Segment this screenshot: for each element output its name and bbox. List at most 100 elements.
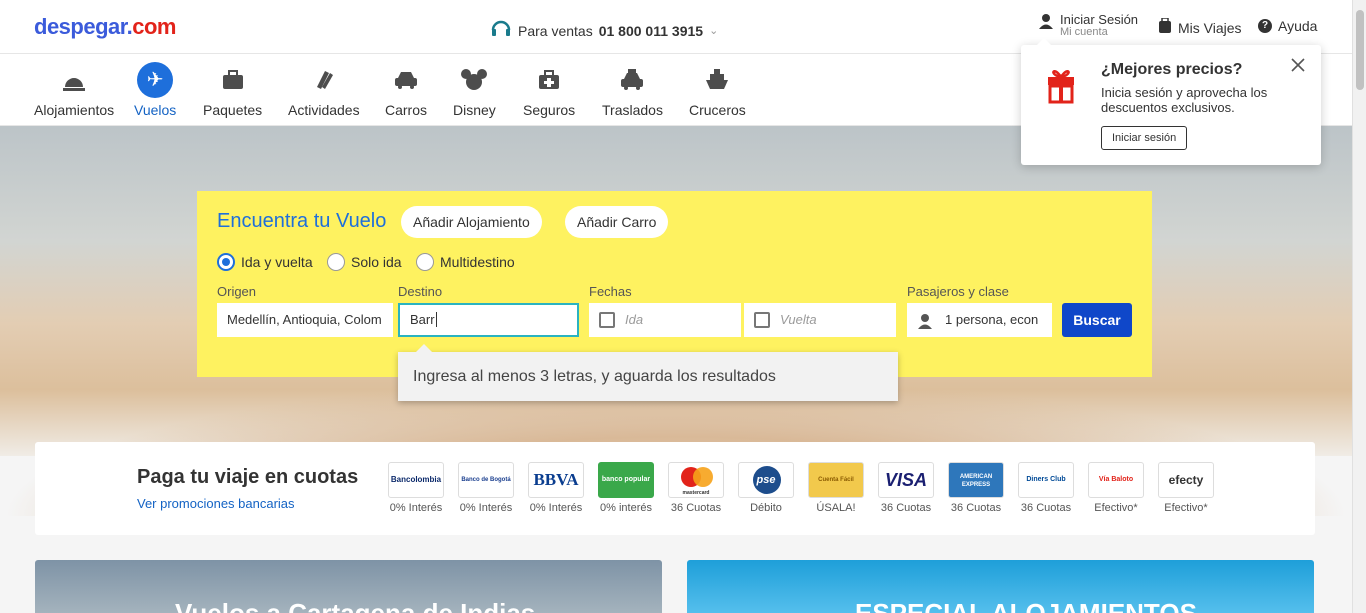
- radio-round-trip[interactable]: Ida y vuelta: [217, 253, 313, 271]
- radio-label: Ida y vuelta: [241, 254, 313, 270]
- destination-hint-tooltip: Ingresa al menos 3 letras, y aguarda los…: [398, 344, 898, 401]
- installments-title: Paga tu viaje en cuotas: [137, 466, 359, 488]
- bbva-logo: BBVA: [528, 462, 584, 498]
- text-cursor: [435, 312, 437, 327]
- gift-icon: [1045, 61, 1077, 105]
- passengers-input[interactable]: 1 persona, econ: [907, 303, 1052, 337]
- bank-card[interactable]: VISA 36 Cuotas: [878, 462, 934, 514]
- destination-input[interactable]: Barr: [398, 303, 579, 337]
- mastercard-text: mastercard: [682, 490, 710, 496]
- taxi-icon: [616, 64, 648, 96]
- user-icon: [917, 304, 933, 337]
- account-menu[interactable]: Iniciar Sesión Mi cuenta: [1038, 12, 1138, 38]
- nav-item-paquetes[interactable]: Paquetes: [203, 64, 262, 118]
- nav-item-traslados[interactable]: Traslados: [602, 64, 663, 118]
- bank-card[interactable]: banco popular 0% interés: [598, 462, 654, 514]
- via-baloto-logo: Vía Baloto: [1088, 462, 1144, 498]
- sales-number: 01 800 011 3915: [598, 22, 704, 39]
- bank-card[interactable]: BBVA 0% Interés: [528, 462, 584, 514]
- radio-dot: [217, 253, 235, 271]
- bank-card[interactable]: pse Débito: [738, 462, 794, 514]
- bank-card[interactable]: Bancolombia 0% Interés: [388, 462, 444, 514]
- add-lodging-button[interactable]: Añadir Alojamiento: [401, 206, 542, 238]
- ship-icon: [701, 64, 733, 96]
- nav-item-cruceros[interactable]: Cruceros: [689, 64, 746, 118]
- headset-icon: [490, 18, 512, 43]
- nav-label: Paquetes: [203, 102, 263, 118]
- promo-title: ESPECIAL ALOJAMIENTOS: [855, 598, 1197, 613]
- bank-label: 36 Cuotas: [880, 502, 932, 514]
- installments-section: Paga tu viaje en cuotas Ver promociones …: [35, 442, 1315, 535]
- page-scrollbar[interactable]: [1352, 0, 1366, 613]
- bank-card[interactable]: Banco de Bogotá 0% Interés: [458, 462, 514, 514]
- depart-placeholder: Ida: [625, 312, 644, 327]
- calendar-icon: [599, 311, 615, 328]
- despegar-logo[interactable]: despegar.com: [34, 14, 176, 40]
- plane-icon: ✈: [137, 62, 174, 98]
- promo-title: Vuelos a Cartagena de Indias: [175, 598, 536, 613]
- banco-popular-logo: banco popular: [598, 462, 654, 498]
- bank-label: Efectivo*: [1164, 502, 1208, 514]
- bank-card[interactable]: AMERICAN EXPRESS 36 Cuotas: [948, 462, 1004, 514]
- bancolombia-logo: Bancolombia: [388, 462, 444, 498]
- login-label: Iniciar Sesión: [1060, 12, 1139, 27]
- my-trips-label: Mis Viajes: [1178, 19, 1242, 36]
- my-trips-link[interactable]: Mis Viajes: [1158, 17, 1242, 37]
- bank-card[interactable]: Cuenta Fácil ÚSALA!: [808, 462, 864, 514]
- radio-one-way[interactable]: Solo ida: [327, 253, 402, 271]
- sales-phone[interactable]: Para ventas 01 800 011 3915 ⌄: [490, 18, 718, 43]
- return-date-input[interactable]: Vuelta: [744, 303, 896, 337]
- chevron-down-icon[interactable]: ⌄: [709, 24, 718, 37]
- search-title: Encuentra tu Vuelo: [217, 210, 387, 232]
- bank-label: 36 Cuotas: [1020, 502, 1072, 514]
- bank-label: Efectivo*: [1094, 502, 1138, 514]
- nav-item-disney[interactable]: Disney: [453, 64, 496, 118]
- help-link[interactable]: ? Ayuda: [1258, 18, 1317, 34]
- nav-item-carros[interactable]: Carros: [385, 64, 427, 118]
- promo-banner-lodging[interactable]: ESPECIAL ALOJAMIENTOS: [687, 560, 1314, 613]
- bank-card[interactable]: mastercard 36 Cuotas: [668, 462, 724, 514]
- radio-multi-destination[interactable]: Multidestino: [416, 253, 515, 271]
- nav-item-actividades[interactable]: Actividades: [288, 64, 360, 118]
- search-button[interactable]: Buscar: [1062, 303, 1132, 337]
- nav-label: Seguros: [523, 102, 576, 118]
- bank-label: 0% Interés: [389, 502, 443, 514]
- passengers-value: 1 persona, econ: [945, 312, 1039, 327]
- add-car-label: Añadir Carro: [577, 214, 657, 230]
- bank-card[interactable]: Vía Baloto Efectivo*: [1088, 462, 1144, 514]
- bell-icon: [58, 64, 90, 96]
- tickets-icon: [308, 64, 340, 96]
- nav-item-vuelos[interactable]: ✈ Vuelos: [134, 62, 176, 118]
- add-lodging-label: Añadir Alojamiento: [413, 214, 530, 230]
- diners-club-logo: Diners Club: [1018, 462, 1074, 498]
- destination-value: Barr: [410, 312, 435, 327]
- cuenta-facil-logo: Cuenta Fácil: [808, 462, 864, 498]
- nav-item-alojamientos[interactable]: Alojamientos: [34, 64, 114, 118]
- popup-login-button[interactable]: Iniciar sesión: [1101, 126, 1188, 150]
- bank-label: ÚSALA!: [816, 502, 856, 514]
- login-promo-popup: ¿Mejores precios? Inicia sesión y aprove…: [1021, 38, 1321, 165]
- origin-value: Medellín, Antioquia, Colom: [227, 312, 382, 327]
- nav-label: Actividades: [288, 102, 360, 118]
- bank-label: 36 Cuotas: [670, 502, 722, 514]
- return-placeholder: Vuelta: [780, 312, 817, 327]
- radio-dot: [327, 253, 345, 271]
- scrollbar-thumb[interactable]: [1356, 10, 1364, 90]
- nav-item-seguros[interactable]: Seguros: [523, 64, 575, 118]
- visa-logo: VISA: [878, 462, 934, 498]
- mickey-icon: [458, 64, 490, 96]
- bank-label: 0% Interés: [529, 502, 583, 514]
- suitcase-icon: [217, 64, 249, 96]
- bank-promotions-link[interactable]: Ver promociones bancarias: [137, 496, 295, 511]
- depart-date-input[interactable]: Ida: [589, 303, 741, 337]
- bank-card[interactable]: Diners Club 36 Cuotas: [1018, 462, 1074, 514]
- sales-label: Para ventas: [518, 22, 593, 39]
- close-icon[interactable]: [1291, 55, 1305, 78]
- origin-input[interactable]: Medellín, Antioquia, Colom: [217, 303, 393, 337]
- flight-search-box: Encuentra tu Vuelo Añadir Alojamiento Añ…: [197, 191, 1152, 377]
- add-car-button[interactable]: Añadir Carro: [565, 206, 669, 238]
- nav-label: Alojamientos: [34, 102, 115, 118]
- promo-banner-cartagena[interactable]: Vuelos a Cartagena de Indias: [35, 560, 662, 613]
- bank-card[interactable]: efecty Efectivo*: [1158, 462, 1214, 514]
- nav-label: Disney: [453, 102, 496, 118]
